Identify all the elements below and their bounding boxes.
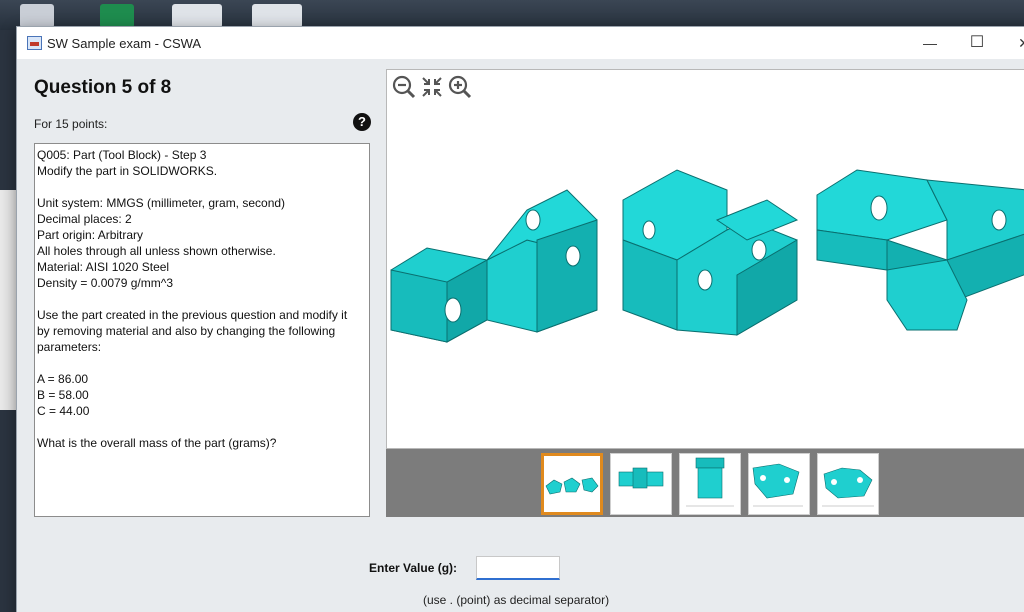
- desktop-sheet-icon: [100, 4, 134, 28]
- top-drawing-thumbnail[interactable]: [748, 453, 810, 515]
- part-isometric-views: [390, 169, 1024, 343]
- question-line: What is the overall mass of the part (gr…: [37, 436, 277, 450]
- minimize-button[interactable]: —: [920, 33, 940, 53]
- answer-label: Enter Value (g):: [369, 561, 458, 575]
- question-line: [37, 419, 367, 435]
- title-bar: SW Sample exam - CSWA — ☐ ✕: [17, 27, 1024, 59]
- question-line: Use the part created in the previous que…: [37, 308, 348, 322]
- question-line: parameters:: [37, 340, 102, 354]
- question-line: [37, 355, 367, 371]
- isometric-views-thumbnail[interactable]: [541, 453, 603, 515]
- question-line: Q005: Part (Tool Block) - Step 3: [37, 148, 207, 162]
- answer-input[interactable]: [476, 556, 560, 580]
- question-line: Modify the part in SOLIDWORKS.: [37, 164, 218, 178]
- question-line: by removing material and also by changin…: [37, 324, 336, 338]
- app-icon: [27, 36, 42, 50]
- side-view-thumbnail[interactable]: [679, 453, 741, 515]
- question-line: A = 86.00: [37, 372, 89, 386]
- part-view-left: [390, 189, 598, 343]
- question-line: [37, 179, 367, 195]
- desktop-recycle-icon: [20, 4, 54, 28]
- question-line: Density = 0.0079 g/mm^3: [37, 276, 174, 290]
- image-viewer[interactable]: [386, 69, 1024, 449]
- question-heading: Question 5 of 8: [34, 77, 172, 98]
- question-circle-icon[interactable]: ?: [353, 113, 371, 131]
- points-label: For 15 points:: [34, 117, 108, 131]
- question-line: [37, 291, 367, 307]
- question-line: Decimal places: 2: [37, 212, 132, 226]
- thumbnail-strip: [386, 449, 1024, 517]
- question-line: All holes through all unless shown other…: [37, 244, 276, 258]
- dimension-drawing-thumbnail[interactable]: [817, 453, 879, 515]
- window-title: SW Sample exam - CSWA: [47, 36, 202, 51]
- desktop-file-icon: [172, 4, 222, 28]
- question-line: Part origin: Arbitrary: [37, 228, 144, 242]
- question-line: Unit system: MMGS (millimeter, gram, sec…: [37, 196, 286, 210]
- question-line: B = 58.00: [37, 388, 89, 402]
- question-line: Material: AISI 1020 Steel: [37, 260, 170, 274]
- front-view-thumbnail[interactable]: [610, 453, 672, 515]
- maximize-button[interactable]: ☐: [967, 33, 987, 53]
- exam-content: Question 5 of 8 For 15 points: ? Q005: P…: [17, 59, 1024, 612]
- part-view-right: [816, 169, 1024, 331]
- question-line: C = 44.00: [37, 404, 90, 418]
- part-view-middle: [622, 169, 799, 336]
- close-button[interactable]: ✕: [1014, 33, 1024, 53]
- decimal-hint: (use . (point) as decimal separator): [423, 593, 610, 607]
- desktop-file-icon: [252, 4, 302, 28]
- exam-window: SW Sample exam - CSWA — ☐ ✕ Question 5 o…: [16, 26, 1024, 612]
- question-text-box[interactable]: Q005: Part (Tool Block) - Step 3 Modify t…: [34, 143, 370, 517]
